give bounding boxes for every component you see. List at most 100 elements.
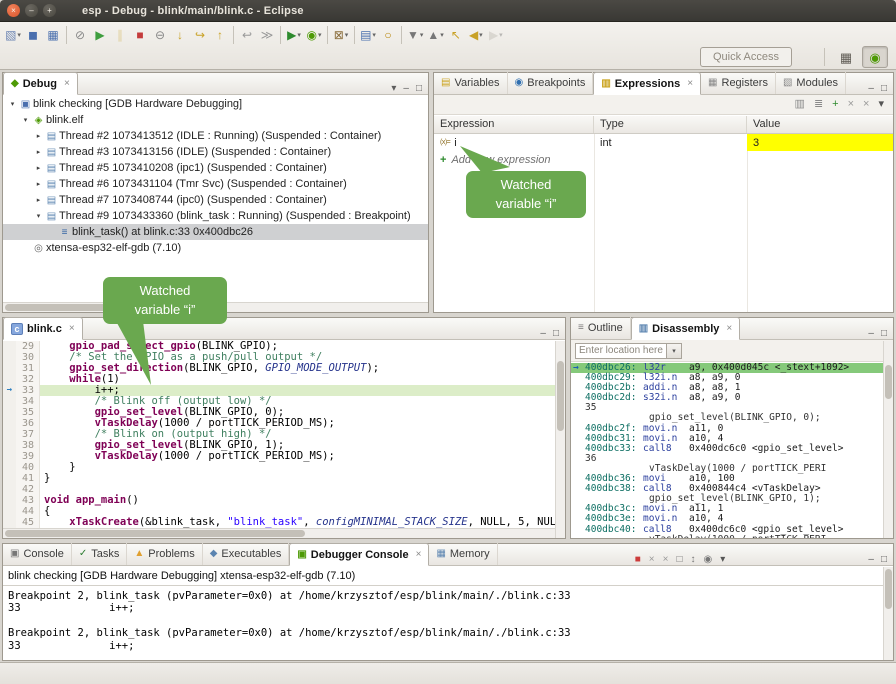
tree-expand-icon[interactable]: ▾ (33, 212, 44, 220)
step-over-button[interactable]: ↪ (190, 24, 210, 46)
back-button[interactable]: ◀▾ (466, 24, 486, 46)
debug-tree-item[interactable]: ▸▤Thread #2 1073413512 (IDLE : Running) … (3, 128, 428, 144)
tree-expand-icon[interactable]: ▸ (33, 132, 44, 140)
debugger-console-output[interactable]: blink checking [GDB Hardware Debugging] … (3, 567, 883, 660)
close-tab-icon[interactable]: × (69, 323, 75, 334)
close-tab-icon[interactable]: × (726, 323, 732, 334)
tree-expand-icon[interactable]: ▸ (33, 148, 44, 156)
editor-vertical-scrollbar[interactable] (555, 341, 565, 538)
scrollbar-thumb[interactable] (885, 569, 892, 609)
instruction-stepping-button[interactable]: ≫ (257, 24, 277, 46)
debug-perspective-button[interactable]: ◉ (862, 46, 888, 68)
editor-tab-blink-c[interactable]: cblink.c× (3, 317, 83, 340)
code-editor[interactable]: 29 gpio_pad_select_gpio(BLINK_GPIO);30 /… (3, 341, 555, 528)
build-button[interactable]: ⊠▾ (331, 24, 351, 46)
terminate-console-icon[interactable]: ■ (635, 555, 641, 565)
save-all-button[interactable]: ▦ (43, 24, 63, 46)
remove-launch-icon[interactable]: × (649, 555, 655, 565)
debug-tree-item[interactable]: ▸▤Thread #7 1073408744 (ipc0) (Suspended… (3, 192, 428, 208)
terminate-button[interactable]: ■ (130, 24, 150, 46)
close-tab-icon[interactable]: × (416, 549, 422, 560)
minimize-button[interactable]: – (25, 4, 38, 17)
remove-all-expressions-icon[interactable]: × (863, 99, 869, 110)
view-tab-outline[interactable]: ≡Outline (571, 317, 631, 339)
maximize-icon[interactable]: □ (553, 328, 559, 339)
debug-tree-item[interactable]: ◎xtensa-esp32-elf-gdb (7.10) (3, 240, 428, 256)
drop-to-frame-button[interactable]: ↩ (237, 24, 257, 46)
tree-expand-icon[interactable]: ▸ (33, 196, 44, 204)
forward-button[interactable]: ▶▾ (486, 24, 506, 46)
tree-expand-icon[interactable]: ▾ (20, 116, 31, 124)
debug-tree-item[interactable]: ≡blink_task() at blink.c:33 0x400dbc26 (3, 224, 428, 240)
open-perspective-button[interactable]: ▦ (833, 46, 859, 68)
console-tab-executables[interactable]: ◆Executables (203, 543, 290, 565)
previous-annotation-button[interactable]: ▲▾ (425, 24, 445, 46)
maximize-icon[interactable]: □ (881, 83, 887, 94)
search-button[interactable]: ○ (378, 24, 398, 46)
new-wizard-button[interactable]: ▧▾ (3, 24, 23, 46)
scroll-lock-icon[interactable]: ↕ (691, 555, 696, 565)
console-vertical-scrollbar[interactable] (883, 567, 893, 660)
location-dropdown-icon[interactable]: ▾ (667, 343, 682, 359)
minimize-icon[interactable]: – (868, 554, 874, 565)
titlebar[interactable]: ×–+ esp - Debug - blink/main/blink.c - E… (0, 0, 896, 22)
debug-tree-item[interactable]: ▾▤Thread #9 1073433360 (blink_task : Run… (3, 208, 428, 224)
save-button[interactable]: ◼ (23, 24, 43, 46)
scrollbar-thumb[interactable] (5, 530, 305, 537)
view-tab-variables[interactable]: ▤Variables (434, 72, 508, 94)
view-menu-icon[interactable]: ▾ (878, 99, 884, 110)
run-button[interactable]: ▶▾ (284, 24, 304, 46)
minimize-icon[interactable]: – (868, 328, 874, 339)
tree-expand-icon[interactable]: ▾ (7, 100, 18, 108)
open-console-menu-icon[interactable]: ▾ (720, 555, 725, 565)
debug-tree-item[interactable]: ▾◈blink.elf (3, 112, 428, 128)
debug-tree-item[interactable]: ▸▤Thread #5 1073410208 (ipc1) (Suspended… (3, 160, 428, 176)
debug-tree-item[interactable]: ▸▤Thread #3 1073413156 (IDLE) (Suspended… (3, 144, 428, 160)
resume-button[interactable]: ▶ (90, 24, 110, 46)
create-watch-expression-icon[interactable]: + (832, 99, 838, 110)
pin-console-icon[interactable]: ◉ (704, 555, 713, 565)
quick-access-button[interactable]: Quick Access (700, 47, 792, 67)
column-header-expression[interactable]: Expression (434, 116, 594, 133)
console-tab-tasks[interactable]: ✓Tasks (72, 543, 128, 565)
console-tab-memory[interactable]: ▦Memory (429, 543, 497, 565)
editor-horizontal-scrollbar[interactable] (3, 528, 555, 538)
disconnect-button[interactable]: ⊖ (150, 24, 170, 46)
maximize-button[interactable]: + (43, 4, 56, 17)
suspend-button[interactable]: ∥ (110, 24, 130, 46)
close-button[interactable]: × (7, 4, 20, 17)
console-tab-problems[interactable]: ▲Problems (127, 543, 202, 565)
debug-tree-item[interactable]: ▸▤Thread #6 1073431104 (Tmr Svc) (Suspen… (3, 176, 428, 192)
debug-view-tab-debug[interactable]: ◆Debug× (3, 72, 78, 95)
view-tab-breakpoints[interactable]: ◉Breakpoints (508, 72, 594, 94)
minimize-icon[interactable]: – (868, 83, 874, 94)
column-header-value[interactable]: Value (747, 116, 893, 133)
maximize-icon[interactable]: □ (881, 554, 887, 565)
maximize-icon[interactable]: □ (881, 328, 887, 339)
step-into-button[interactable]: ↓ (170, 24, 190, 46)
close-tab-icon[interactable]: × (687, 78, 693, 89)
column-header-type[interactable]: Type (594, 116, 747, 133)
disassembly-vertical-scrollbar[interactable] (883, 341, 893, 538)
console-tab-debugger-console[interactable]: ▣Debugger Console× (289, 543, 429, 566)
debug-tree-item[interactable]: ▾▣blink checking [GDB Hardware Debugging… (3, 96, 428, 112)
view-tab-registers[interactable]: ▦Registers (701, 72, 776, 94)
step-return-button[interactable]: ↑ (210, 24, 230, 46)
console-tab-console[interactable]: ▣Console (3, 543, 72, 565)
maximize-icon[interactable]: □ (416, 83, 422, 94)
minimize-icon[interactable]: – (403, 83, 409, 94)
next-annotation-button[interactable]: ▼▾ (405, 24, 425, 46)
scrollbar-thumb[interactable] (885, 365, 892, 399)
show-logical-structures-icon[interactable]: ▥ (795, 99, 805, 110)
scrollbar-thumb[interactable] (557, 361, 564, 431)
new-c-element-button[interactable]: ▤▾ (358, 24, 378, 46)
debug-button[interactable]: ◉▾ (304, 24, 324, 46)
tree-expand-icon[interactable]: ▸ (33, 180, 44, 188)
remove-selected-expressions-icon[interactable]: × (848, 99, 854, 110)
collapse-all-icon[interactable]: ≣ (814, 99, 823, 110)
tree-expand-icon[interactable]: ▸ (33, 164, 44, 172)
location-input[interactable]: Enter location here (575, 343, 667, 359)
view-tab-modules[interactable]: ▧Modules (776, 72, 846, 94)
last-edit-location-button[interactable]: ↖ (446, 24, 466, 46)
view-tab-expressions[interactable]: ▥Expressions× (593, 72, 701, 95)
